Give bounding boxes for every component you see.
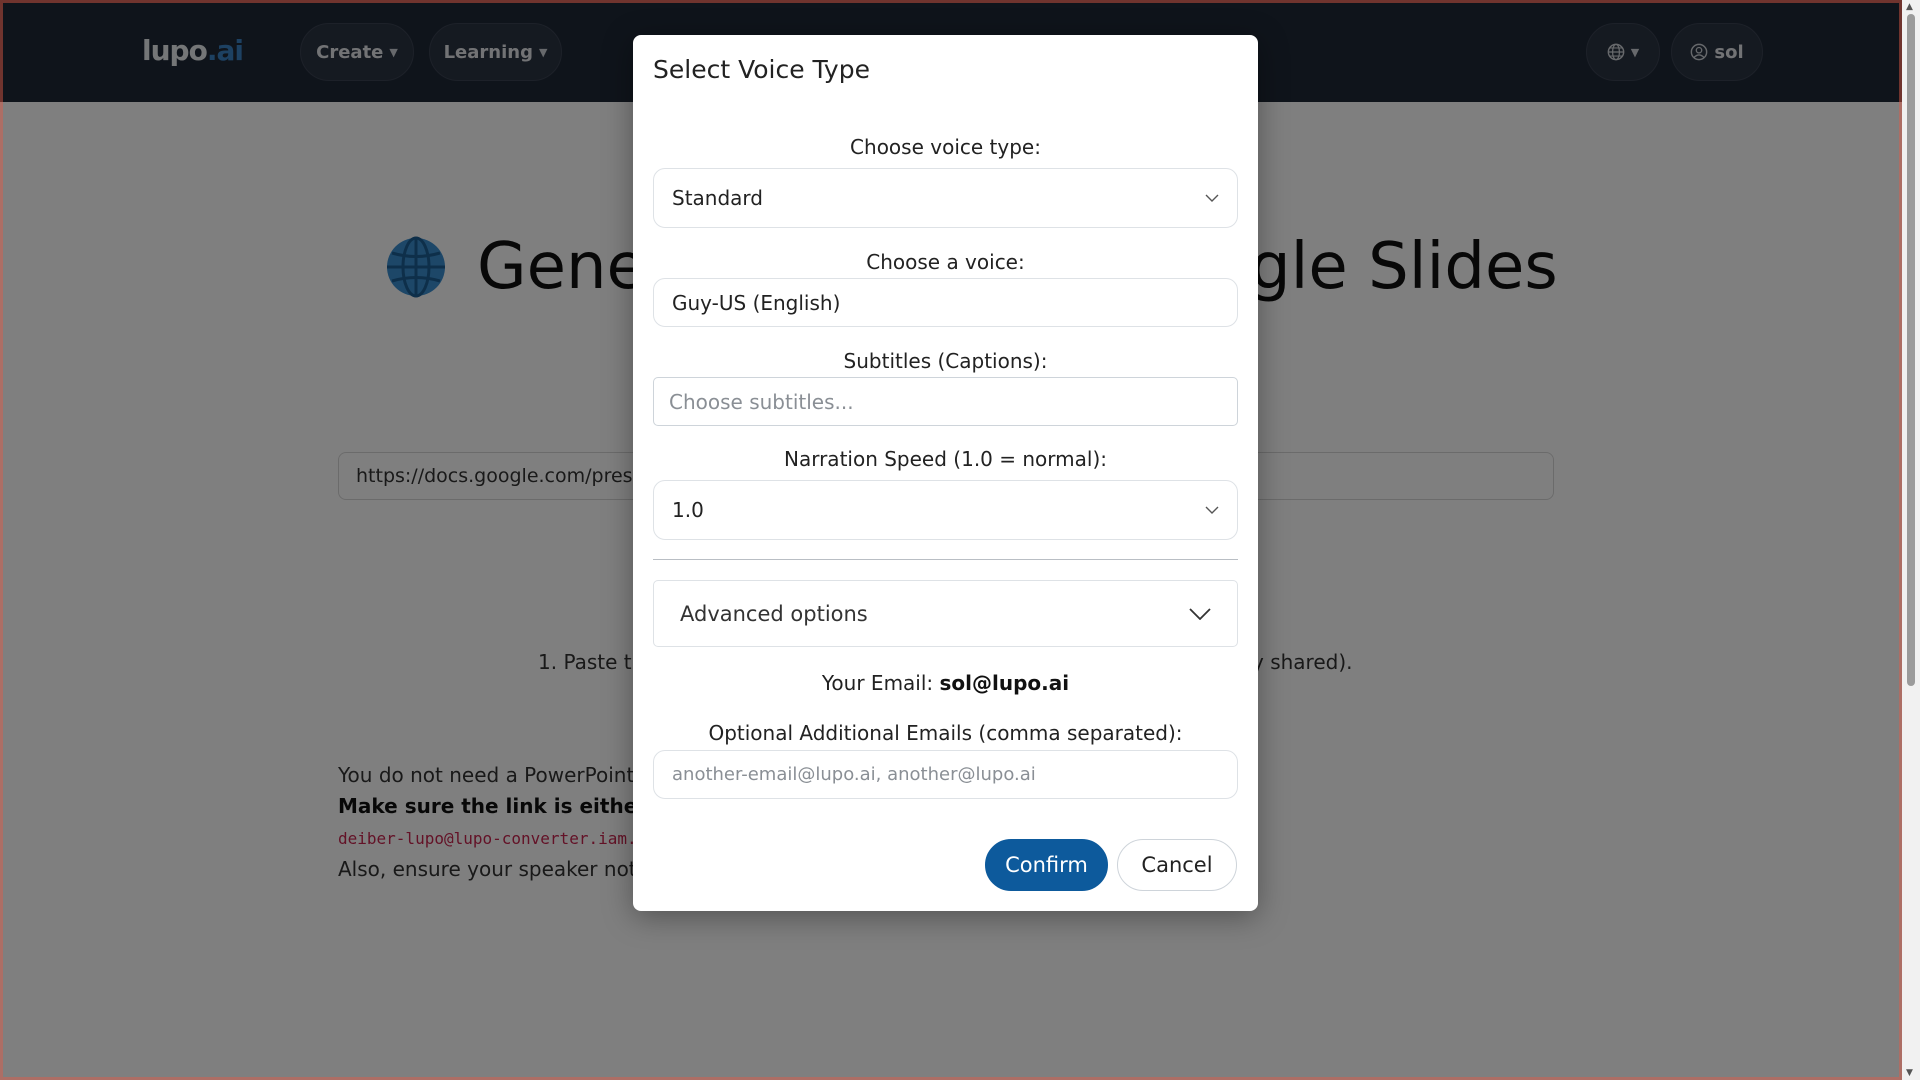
scrollbar-thumb[interactable] (1907, 14, 1915, 686)
speed-value: 1.0 (672, 498, 704, 522)
additional-emails-placeholder: another-email@lupo.ai, another@lupo.ai (672, 764, 1036, 785)
speed-select[interactable]: 1.0 (653, 480, 1238, 540)
scroll-down-icon[interactable]: ▼ (1906, 1068, 1913, 1078)
additional-emails-input[interactable]: another-email@lupo.ai, another@lupo.ai (653, 750, 1238, 799)
scroll-up-icon[interactable]: ▲ (1906, 2, 1913, 12)
additional-emails-label: Optional Additional Emails (comma separa… (708, 721, 1183, 745)
subtitles-placeholder: Choose subtitles... (669, 389, 854, 414)
divider (653, 559, 1238, 560)
voice-label: Choose a voice: (866, 250, 1025, 274)
advanced-options-label: Advanced options (680, 601, 868, 626)
page-scrollbar[interactable]: ▲ ▼ (1902, 0, 1920, 1080)
user-email-line: Your Email: sol@lupo.ai (633, 671, 1258, 695)
chevron-down-icon (1205, 506, 1219, 514)
user-email: sol@lupo.ai (939, 671, 1070, 695)
cancel-button[interactable]: Cancel (1117, 839, 1237, 891)
voice-type-value: Standard (672, 186, 763, 210)
voice-select[interactable]: Guy-US (English) (653, 278, 1238, 327)
subtitles-label: Subtitles (Captions): (843, 349, 1048, 373)
advanced-options-toggle[interactable]: Advanced options (653, 580, 1238, 647)
chevron-down-icon (1189, 607, 1211, 620)
select-voice-modal: Select Voice Type Choose voice type: Sta… (633, 35, 1258, 911)
chevron-down-icon (1205, 194, 1219, 202)
voice-type-label: Choose voice type: (850, 135, 1041, 159)
modal-title: Select Voice Type (653, 55, 870, 84)
voice-value: Guy-US (English) (672, 290, 841, 315)
confirm-button[interactable]: Confirm (985, 839, 1108, 891)
email-prefix: Your Email: (821, 671, 940, 695)
subtitles-select[interactable]: Choose subtitles... (653, 377, 1238, 426)
voice-type-select[interactable]: Standard (653, 168, 1238, 228)
speed-label: Narration Speed (1.0 = normal): (784, 447, 1107, 471)
